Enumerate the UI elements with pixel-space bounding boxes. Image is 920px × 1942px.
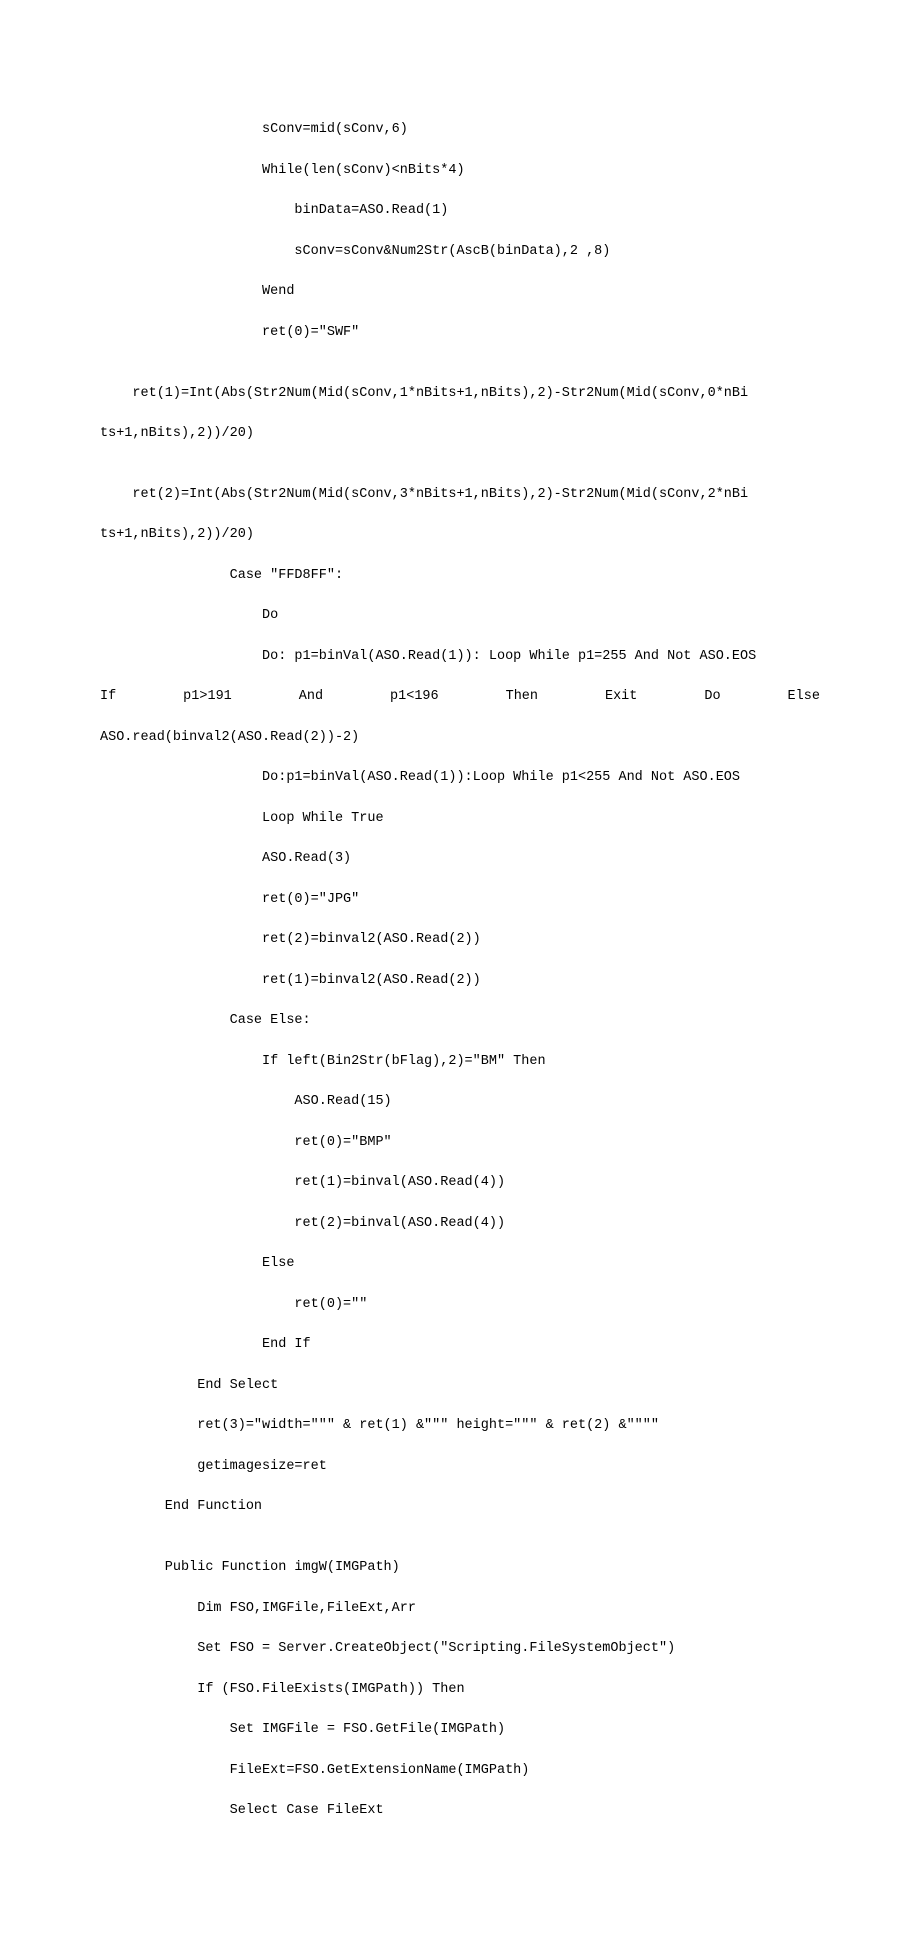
code-line: ret(3)="width=""" & ret(1) &""" height="… [100, 1416, 820, 1436]
code-line: Do [100, 606, 820, 626]
code-line: sConv=sConv&Num2Str(AscB(binData),2 ,8) [100, 242, 820, 262]
code-word: Exit [605, 687, 637, 707]
code-line: FileExt=FSO.GetExtensionName(IMGPath) [100, 1761, 820, 1781]
code-line: ret(0)="" [100, 1295, 820, 1315]
code-line: Wend [100, 282, 820, 302]
code-line: Else [100, 1254, 820, 1274]
code-line-justified: If p1>191 And p1<196 Then Exit Do Else [100, 687, 820, 707]
code-line: binData=ASO.Read(1) [100, 201, 820, 221]
code-line: sConv=mid(sConv,6) [100, 120, 820, 140]
code-line: ret(0)="SWF" [100, 323, 820, 343]
code-line: ret(1)=binval2(ASO.Read(2)) [100, 971, 820, 991]
code-line: If left(Bin2Str(bFlag),2)="BM" Then [100, 1052, 820, 1072]
code-line: End Function [100, 1497, 820, 1517]
code-line: Do:p1=binVal(ASO.Read(1)):Loop While p1<… [100, 768, 820, 788]
code-line: ASO.Read(3) [100, 849, 820, 869]
code-word: Else [788, 687, 820, 707]
code-word: p1>191 [183, 687, 232, 707]
code-line: Set FSO = Server.CreateObject("Scripting… [100, 1639, 820, 1659]
code-line: ret(2)=Int(Abs(Str2Num(Mid(sConv,3*nBits… [100, 485, 820, 505]
code-word: Then [506, 687, 538, 707]
code-line: ret(0)="JPG" [100, 890, 820, 910]
code-word: And [299, 687, 323, 707]
code-line: ASO.read(binval2(ASO.Read(2))-2) [100, 728, 820, 748]
code-line: ret(1)=binval(ASO.Read(4)) [100, 1173, 820, 1193]
code-document: sConv=mid(sConv,6) While(len(sConv)<nBit… [0, 0, 920, 1942]
code-line: Case Else: [100, 1011, 820, 1031]
code-line: ret(1)=Int(Abs(Str2Num(Mid(sConv,1*nBits… [100, 384, 820, 404]
code-word: If [100, 687, 116, 707]
code-line: Dim FSO,IMGFile,FileExt,Arr [100, 1599, 820, 1619]
code-line: If (FSO.FileExists(IMGPath)) Then [100, 1680, 820, 1700]
code-line: While(len(sConv)<nBits*4) [100, 161, 820, 181]
code-line: Case "FFD8FF": [100, 566, 820, 586]
code-line: getimagesize=ret [100, 1457, 820, 1477]
code-line: End Select [100, 1376, 820, 1396]
code-line: Select Case FileExt [100, 1801, 820, 1821]
code-line: ret(0)="BMP" [100, 1133, 820, 1153]
code-word: Do [704, 687, 720, 707]
code-line: ts+1,nBits),2))/20) [100, 525, 820, 545]
code-line: ret(2)=binval2(ASO.Read(2)) [100, 930, 820, 950]
code-line: Public Function imgW(IMGPath) [100, 1558, 820, 1578]
code-line: ASO.Read(15) [100, 1092, 820, 1112]
code-line: Set IMGFile = FSO.GetFile(IMGPath) [100, 1720, 820, 1740]
code-line: Do: p1=binVal(ASO.Read(1)): Loop While p… [100, 647, 820, 667]
code-line: ret(2)=binval(ASO.Read(4)) [100, 1214, 820, 1234]
code-word: p1<196 [390, 687, 439, 707]
code-line: Loop While True [100, 809, 820, 829]
code-line: End If [100, 1335, 820, 1355]
code-line: ts+1,nBits),2))/20) [100, 424, 820, 444]
